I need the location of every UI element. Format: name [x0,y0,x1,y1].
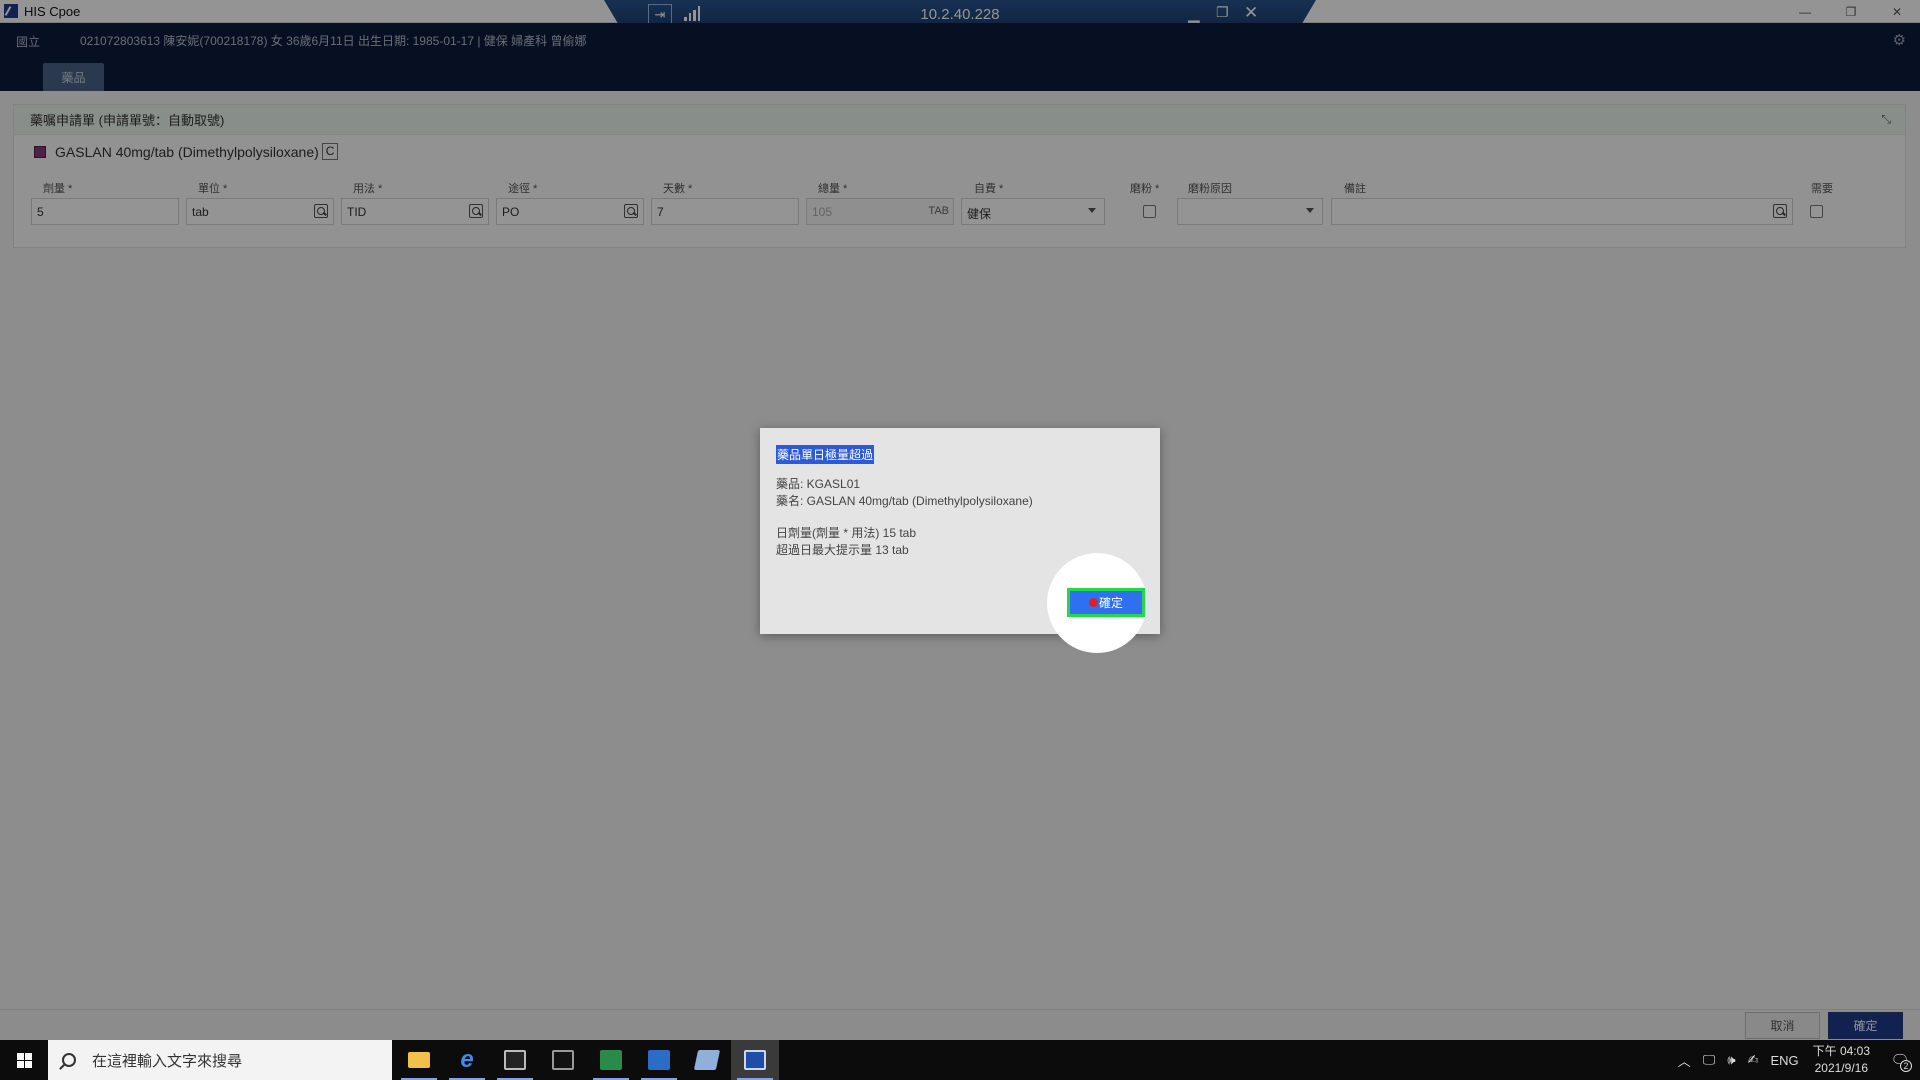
ie-app[interactable]: e [443,1040,491,1080]
play-icon [648,1050,670,1070]
his-app-icon [744,1050,766,1070]
file-explorer-app[interactable] [395,1040,443,1080]
volume-icon[interactable]: 🕪 [1727,1052,1735,1068]
clock-date: 2021/9/16 [1814,1061,1868,1075]
dialog-daily-dose: 日劑量(劑量 * 用法) 15 tab [776,526,917,540]
dialog-ok-button[interactable]: 確定 [1067,588,1145,617]
dialog-drug-code: 藥品: KGASL01 [776,477,861,491]
notification-button[interactable]: 🗨 2 [1880,1040,1920,1080]
network-icon[interactable]: 🖵 [1703,1052,1716,1068]
start-button[interactable] [0,1040,48,1080]
dialog-title: 藥品單日極量超過 [776,445,875,464]
clock-time: 下午 04:03 [1812,1044,1870,1058]
notes-app[interactable] [683,1040,731,1080]
clock[interactable]: 下午 04:03 2021/9/16 [1813,1043,1870,1077]
taskbar: 在這裡輸入文字來搜尋 e ︿ 🖵 🕪 ✍ ENG 下午 04:03 2021/9… [0,1040,1920,1080]
spreadsheet-icon [600,1050,622,1070]
dialog-drug-name: 藥名: GASLAN 40mg/tab (Dimethylpolysiloxan… [776,494,1033,508]
chevron-up-icon[interactable]: ︿ [1678,1051,1691,1070]
language-indicator[interactable]: ENG [1770,1053,1798,1068]
system-tray: ︿ 🖵 🕪 ✍ ENG 下午 04:03 2021/9/16 🗨 2 [1672,1040,1920,1080]
search-icon [62,1053,76,1067]
console-icon [552,1050,574,1070]
his-cpoe-app[interactable] [731,1040,779,1080]
terminal-app[interactable] [491,1040,539,1080]
notification-count: 2 [1900,1060,1912,1072]
dialog-ok-label: 確定 [1098,596,1123,610]
pen-icon[interactable]: ✍ [1748,1052,1759,1068]
cursor-dot-icon [1088,598,1098,607]
windows-icon [16,1052,32,1068]
folder-icon [408,1052,430,1068]
powershell-app[interactable] [539,1040,587,1080]
excel-app[interactable] [587,1040,635,1080]
taskbar-search[interactable]: 在這裡輸入文字來搜尋 [48,1040,392,1080]
media-app[interactable] [635,1040,683,1080]
terminal-icon [504,1050,526,1070]
notepad-icon [693,1050,721,1070]
ie-icon: e [460,1046,474,1073]
dialog-max-dose: 超過日最大提示量 13 tab [776,543,909,557]
search-placeholder: 在這裡輸入文字來搜尋 [92,1052,243,1070]
